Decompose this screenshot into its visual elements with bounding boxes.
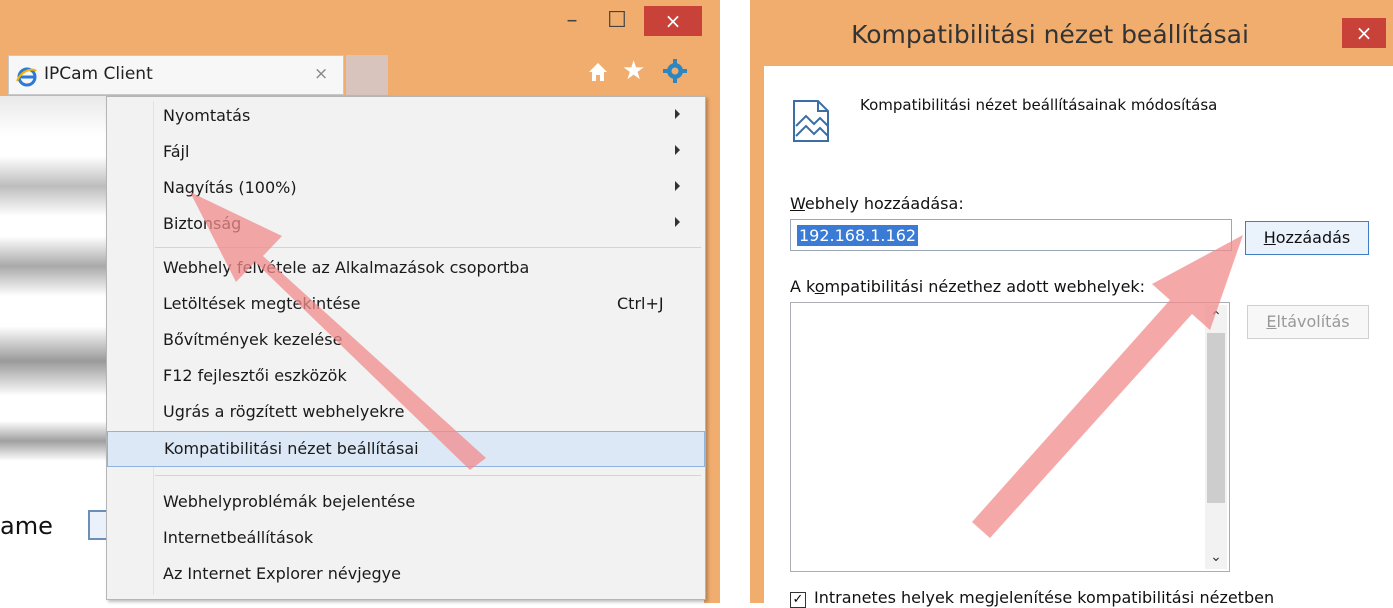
- remove-button-label: ltávolítás: [1276, 312, 1350, 331]
- maximize-button[interactable]: ☐: [600, 6, 634, 36]
- ie-close-button[interactable]: ×: [644, 6, 702, 36]
- menu-item-label: Bővítmények kezelése: [163, 330, 343, 349]
- submenu-arrow-icon: [675, 217, 680, 227]
- scroll-up-icon[interactable]: ⌃: [1205, 309, 1227, 325]
- add-button-label: ozzáadás: [1275, 228, 1351, 247]
- menu-item-shortcut: Ctrl+J: [617, 294, 664, 313]
- dialog-heading: Kompatibilitási nézet beállításainak mód…: [860, 96, 1218, 114]
- add-button[interactable]: Hozzáadás: [1245, 221, 1369, 255]
- intranet-checkbox[interactable]: ✓: [790, 592, 806, 608]
- menu-item[interactable]: Nagyítás (100%): [107, 171, 705, 207]
- menu-item[interactable]: Kompatibilitási nézet beállításai: [107, 431, 705, 467]
- list-scrollbar[interactable]: ⌃ ⌄: [1205, 305, 1227, 569]
- list-label-pre: A k: [790, 277, 815, 296]
- list-label-accesskey: o: [814, 277, 825, 296]
- page-field-label: ame: [0, 512, 53, 540]
- dialog-title: Kompatibilitási nézet beállításai: [851, 20, 1249, 49]
- menu-item-label: Fájl: [163, 142, 190, 161]
- menu-item-label: Webhelyproblémák bejelentése: [163, 492, 416, 511]
- tools-context-menu: Nyomtatás Fájl Nagyítás (100%) Biztonság Web…: [106, 96, 706, 600]
- menu-item[interactable]: Fájl: [107, 135, 705, 171]
- minimize-button[interactable]: –: [555, 6, 589, 36]
- window-border: [704, 0, 720, 603]
- submenu-arrow-icon: [675, 181, 680, 191]
- menu-item[interactable]: Biztonság: [107, 207, 705, 243]
- compat-view-icon: [790, 98, 832, 144]
- remove-button-accesskey: E: [1266, 312, 1277, 331]
- menu-item-label: F12 fejlesztői eszközök: [163, 366, 347, 385]
- list-label-text: mpatibilitási nézethez adott webhelyek:: [824, 277, 1146, 296]
- menu-separator: [155, 247, 701, 248]
- tools-gear-icon[interactable]: [662, 58, 688, 84]
- menu-item-label: Az Internet Explorer névjegye: [163, 564, 401, 583]
- menu-item[interactable]: Bővítmények kezelése: [107, 323, 705, 359]
- menu-item-label: Ugrás a rögzített webhelyekre: [163, 402, 405, 421]
- dialog-border: [750, 66, 764, 603]
- scroll-down-icon[interactable]: ⌄: [1205, 549, 1227, 565]
- menu-item[interactable]: Internetbeállítások: [107, 521, 705, 557]
- internet-explorer-icon: [16, 66, 38, 88]
- website-list[interactable]: ⌃ ⌄: [790, 302, 1230, 572]
- menu-item[interactable]: Nyomtatás: [107, 99, 705, 135]
- add-label-text: ebhely hozzáadása:: [804, 194, 964, 213]
- menu-item-label: Nagyítás (100%): [163, 178, 297, 197]
- menu-item-label: Internetbeállítások: [163, 528, 314, 547]
- menu-item[interactable]: F12 fejlesztői eszközök: [107, 359, 705, 395]
- submenu-arrow-icon: [675, 145, 680, 155]
- scroll-thumb[interactable]: [1207, 333, 1225, 503]
- website-list-label: A kompatibilitási nézethez adott webhely…: [790, 277, 1145, 296]
- add-website-value: 192.168.1.162: [797, 225, 919, 246]
- add-button-accesskey: H: [1263, 228, 1276, 247]
- menu-item[interactable]: Ugrás a rögzített webhelyekre: [107, 395, 705, 431]
- add-website-input[interactable]: 192.168.1.162: [790, 219, 1232, 251]
- menu-item-label: Kompatibilitási nézet beállításai: [164, 439, 419, 458]
- menu-item[interactable]: Az Internet Explorer névjegye: [107, 557, 705, 593]
- intranet-checkbox-label: Intranetes helyek megjelenítése kompatib…: [814, 588, 1275, 607]
- submenu-arrow-icon: [675, 109, 680, 119]
- tab-close-icon[interactable]: ×: [314, 64, 328, 84]
- dialog-close-button[interactable]: ×: [1342, 18, 1386, 48]
- menu-item[interactable]: Webhely felvétele az Alkalmazások csopor…: [107, 251, 705, 287]
- menu-separator: [155, 475, 701, 476]
- add-label-accesskey: W: [790, 194, 805, 213]
- menu-item[interactable]: Letöltések megtekintése Ctrl+J: [107, 287, 705, 323]
- menu-item[interactable]: Webhelyproblémák bejelentése: [107, 485, 705, 521]
- menu-item-label: Nyomtatás: [163, 106, 251, 125]
- menu-item-label: Webhely felvétele az Alkalmazások csopor…: [163, 258, 530, 277]
- menu-item-label: Letöltések megtekintése: [163, 294, 361, 313]
- tab-title: IPCam Client: [44, 64, 153, 84]
- home-icon[interactable]: [586, 60, 610, 84]
- add-website-label: Webhely hozzáadása:: [790, 194, 964, 213]
- menu-item-label: Biztonság: [163, 214, 242, 233]
- new-tab-button[interactable]: [346, 55, 388, 95]
- remove-button[interactable]: Eltávolítás: [1247, 305, 1369, 339]
- favorites-star-icon[interactable]: ★: [622, 57, 645, 85]
